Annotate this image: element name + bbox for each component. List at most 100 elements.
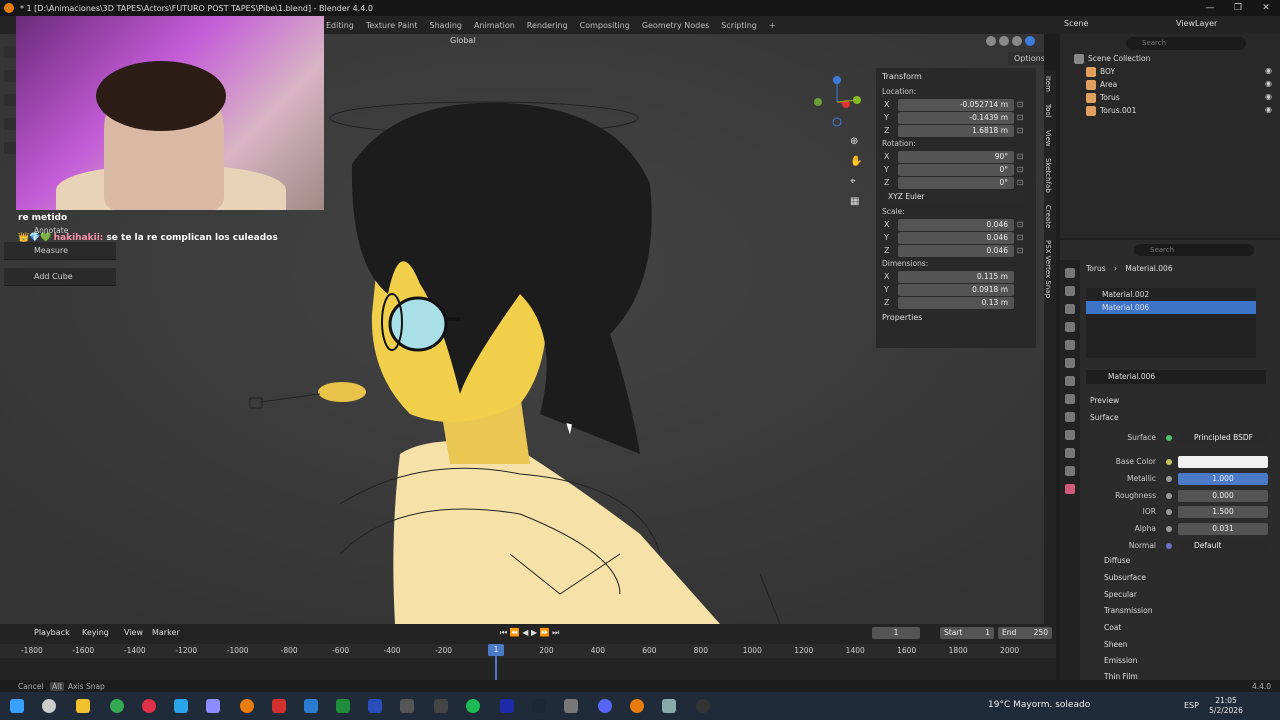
tab-create[interactable]: Create — [1044, 199, 1052, 234]
marker-menu[interactable]: Marker — [152, 628, 180, 637]
lock-icon[interactable]: ⊡ — [1014, 178, 1026, 187]
material-slot-selected[interactable]: Material.006 — [1086, 301, 1256, 314]
obs-icon[interactable] — [696, 699, 710, 713]
frame-cursor[interactable]: 1 — [488, 644, 504, 656]
surface-shader-field[interactable]: Principled BSDF — [1178, 431, 1268, 444]
tab-editing[interactable]: Editing — [326, 21, 354, 30]
steam-icon[interactable] — [532, 699, 546, 713]
discord-icon[interactable] — [598, 699, 612, 713]
dimensions-y-field[interactable]: 0.0918 m — [898, 283, 1014, 296]
data-tab-icon[interactable] — [1065, 466, 1075, 476]
add-cube-tool[interactable]: Add Cube — [4, 268, 116, 286]
clock[interactable]: 21:05 5/2/2026 — [1208, 696, 1244, 716]
physics-tab-icon[interactable] — [1065, 430, 1075, 440]
object-tab-icon[interactable] — [1065, 376, 1075, 386]
calculator-icon[interactable] — [564, 699, 578, 713]
outliner-item-torus-001[interactable]: Torus.001 — [1086, 104, 1136, 117]
options-button[interactable]: Options — [1008, 52, 1044, 65]
diffuse-section[interactable]: Diffuse — [1104, 556, 1130, 565]
normal-field[interactable]: Default — [1178, 539, 1268, 552]
zoom-icon[interactable]: ⊕ — [850, 132, 862, 152]
lock-icon[interactable]: ⊡ — [1014, 233, 1026, 242]
view-layer-selector[interactable]: ViewLayer — [1176, 19, 1217, 28]
particles-tab-icon[interactable] — [1065, 412, 1075, 422]
tab-rendering[interactable]: Rendering — [527, 21, 568, 30]
current-frame-field[interactable]: 1 — [872, 627, 920, 639]
end-frame-field[interactable]: End 250 — [998, 627, 1052, 639]
dimensions-z-field[interactable]: 0.13 m — [898, 296, 1014, 309]
start-icon[interactable] — [10, 699, 24, 713]
roughness-field[interactable]: 0.000 — [1178, 489, 1268, 502]
lock-icon[interactable]: ⊡ — [1014, 220, 1026, 229]
modifier-tab-icon[interactable] — [1065, 394, 1075, 404]
tool-icon[interactable] — [400, 699, 414, 713]
tab-geometry-nodes[interactable]: Geometry Nodes — [642, 21, 709, 30]
metallic-field[interactable]: 1.000 — [1178, 472, 1268, 485]
media-app-icon[interactable] — [272, 699, 286, 713]
scale-tool-icon[interactable] — [4, 142, 16, 154]
chrome-icon[interactable] — [110, 699, 124, 713]
weather-widget[interactable]: 19°C Mayorm. soleado — [988, 700, 1090, 710]
base-color-swatch[interactable] — [1178, 455, 1268, 468]
close-button[interactable]: ✕ — [1252, 0, 1280, 16]
emission-section[interactable]: Emission — [1104, 656, 1137, 665]
scene-tab-icon[interactable] — [1065, 340, 1075, 350]
rendered-shading-icon[interactable] — [1025, 36, 1035, 46]
wireframe-shading-icon[interactable] — [986, 36, 996, 46]
view-layer-tab-icon[interactable] — [1065, 322, 1075, 332]
search-icon[interactable] — [42, 699, 56, 713]
scale-x-field[interactable]: 0.046 — [898, 218, 1014, 231]
lock-icon[interactable]: ⊡ — [1014, 246, 1026, 255]
tab-compositing[interactable]: Compositing — [580, 21, 630, 30]
playback-menu[interactable]: Playback — [34, 628, 70, 637]
lock-icon[interactable]: ⊡ — [1014, 113, 1026, 122]
constraints-tab-icon[interactable] — [1065, 448, 1075, 458]
properties-search-input[interactable]: Search — [1134, 244, 1254, 256]
measure-tool[interactable]: Measure — [4, 242, 116, 260]
frame-ruler[interactable]: -1800 -1600 -1400 -1200 -1000 -800 -600 -400 -20… — [0, 644, 1056, 658]
location-y-field[interactable]: -0.1439 m — [898, 111, 1014, 124]
tab-view[interactable]: View — [1044, 124, 1052, 153]
transmission-section[interactable]: Transmission — [1104, 606, 1152, 615]
vegas-icon[interactable] — [368, 699, 382, 713]
alpha-field[interactable]: 0.031 — [1178, 522, 1268, 535]
file-explorer-icon[interactable] — [76, 699, 90, 713]
render-tab-icon[interactable] — [1065, 286, 1075, 296]
tab-texture-paint[interactable]: Texture Paint — [366, 21, 418, 30]
outliner-item-boy[interactable]: BOY — [1086, 65, 1115, 78]
spotify-icon[interactable] — [466, 699, 480, 713]
ior-field[interactable]: 1.500 — [1178, 505, 1268, 518]
world-tab-icon[interactable] — [1065, 358, 1075, 368]
scale-y-field[interactable]: 0.046 — [898, 231, 1014, 244]
scene-selector[interactable]: Scene — [1064, 19, 1088, 28]
tab-shading[interactable]: Shading — [430, 21, 463, 30]
maximize-button[interactable]: ❐ — [1224, 0, 1252, 16]
rotation-y-field[interactable]: 0° — [898, 163, 1014, 176]
tab-psx-vertex-snap[interactable]: PSX Vertex Snap — [1044, 234, 1052, 304]
pycharm-icon[interactable] — [336, 699, 350, 713]
outliner-search-input[interactable]: Search — [1126, 37, 1246, 50]
opera-icon[interactable] — [142, 699, 156, 713]
scene-collection-row[interactable]: Scene Collection — [1074, 52, 1150, 65]
tab-sketchfab[interactable]: Sketchfab — [1044, 152, 1052, 199]
outliner-item-torus[interactable]: Torus — [1086, 91, 1120, 104]
rotation-x-field[interactable]: 90° — [898, 150, 1014, 163]
rotate-tool-icon[interactable] — [4, 118, 16, 130]
annotate-tool[interactable]: Annotate — [34, 226, 68, 235]
start-frame-field[interactable]: Start 1 — [940, 627, 994, 639]
ortho-grid-icon[interactable]: ▦ — [850, 192, 862, 212]
visibility-eye-icon[interactable]: ◉ — [1265, 105, 1272, 114]
tab-tool[interactable]: Tool — [1044, 98, 1052, 124]
tool-tab-icon[interactable] — [1065, 268, 1075, 278]
pan-hand-icon[interactable]: ✋ — [850, 152, 862, 172]
lock-icon[interactable]: ⊡ — [1014, 165, 1026, 174]
lock-icon[interactable]: ⊡ — [1014, 152, 1026, 161]
specular-section[interactable]: Specular — [1104, 590, 1137, 599]
blender-active-icon[interactable] — [630, 699, 644, 713]
rotation-mode-dropdown[interactable]: XYZ Euler — [884, 191, 1026, 203]
solid-shading-icon[interactable] — [999, 36, 1009, 46]
lock-icon[interactable]: ⊡ — [1014, 100, 1026, 109]
visibility-eye-icon[interactable]: ◉ — [1265, 66, 1272, 75]
add-workspace-button[interactable]: + — [769, 21, 776, 30]
keying-menu[interactable]: Keying — [82, 628, 109, 637]
